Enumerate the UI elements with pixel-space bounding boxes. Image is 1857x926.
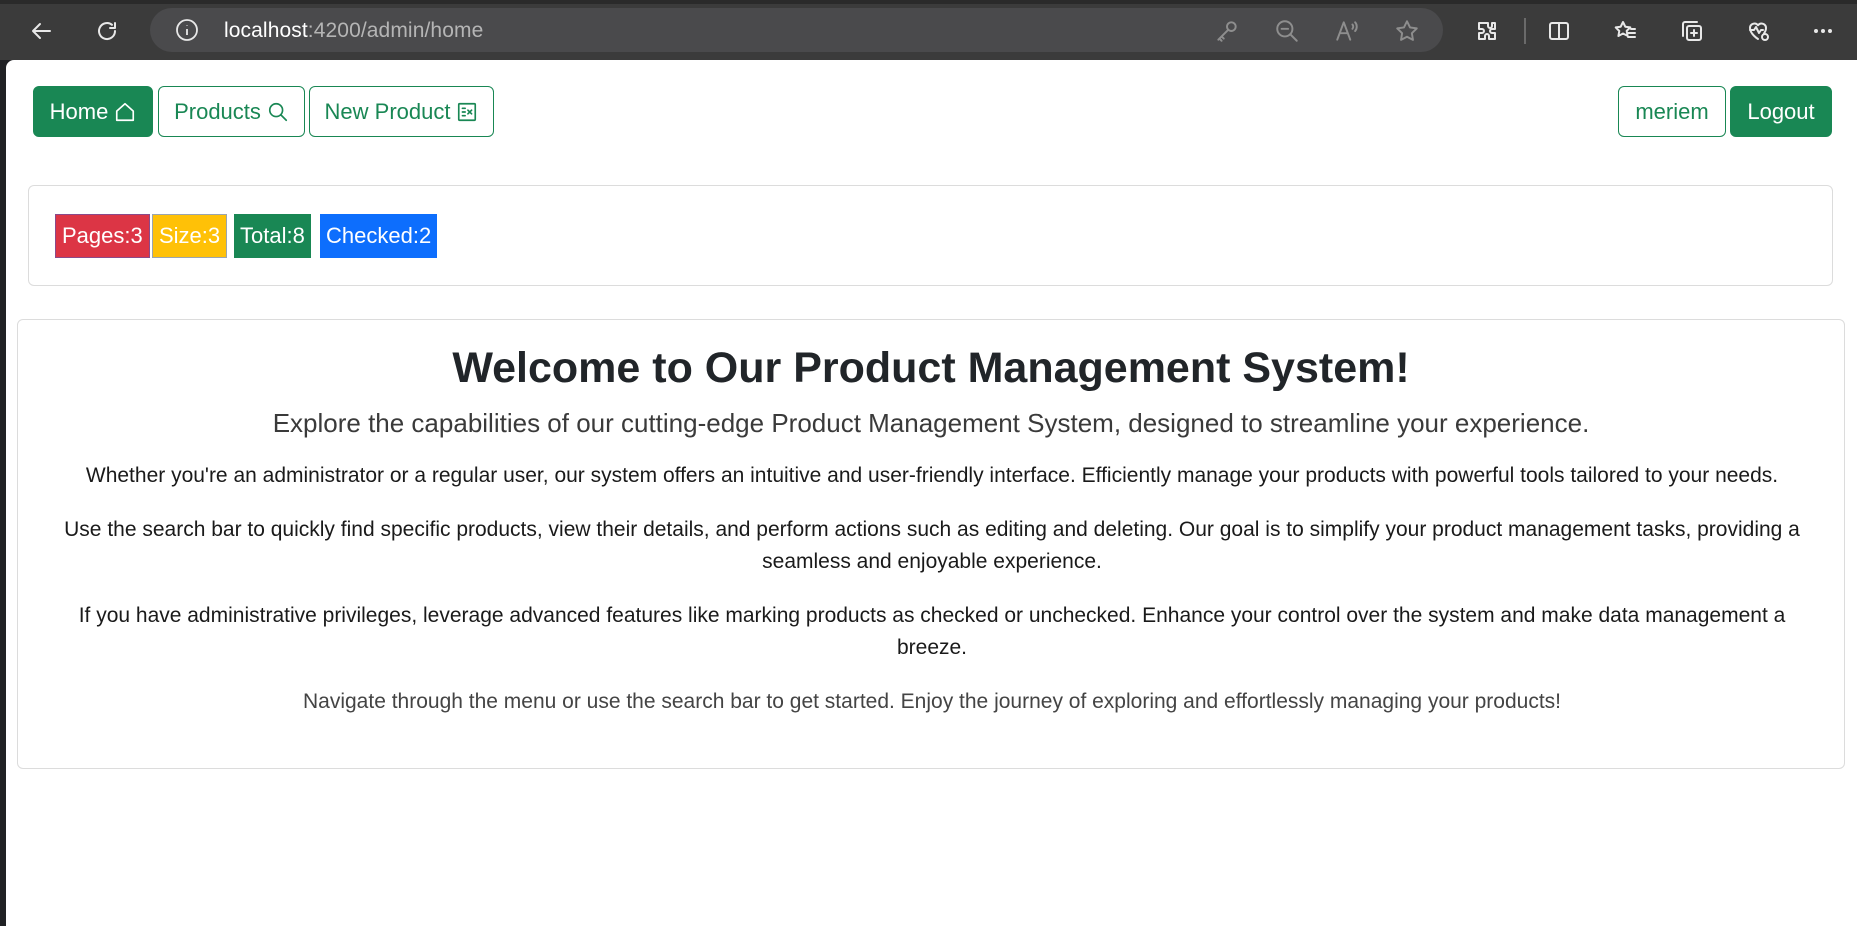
new-product-button-label: New Product — [324, 98, 451, 124]
home-button[interactable]: Home — [33, 86, 153, 137]
more-options-icon[interactable] — [1805, 13, 1841, 49]
page-title: Welcome to Our Product Management System… — [452, 344, 1410, 392]
extensions-icon[interactable] — [1469, 13, 1505, 49]
size-badge: Size:3 — [152, 214, 228, 258]
database-add-icon — [458, 102, 477, 121]
browser-toolbar: localhost:4200/admin/home — [0, 0, 1857, 60]
welcome-paragraph-4: Navigate through the menu or use the sea… — [302, 690, 1562, 713]
welcome-paragraph-2: Use the search bar to quickly find speci… — [64, 518, 1800, 573]
logout-button-label: Logout — [1747, 98, 1815, 124]
products-button-label: Products — [174, 98, 261, 124]
collections-icon[interactable] — [1674, 13, 1710, 49]
split-screen-icon[interactable] — [1541, 13, 1577, 49]
favorites-icon[interactable] — [1607, 13, 1643, 49]
home-button-label: Home — [49, 98, 109, 124]
favorite-star-icon[interactable] — [1394, 18, 1420, 44]
new-product-button[interactable]: New Product — [309, 86, 494, 137]
user-button-label: meriem — [1635, 98, 1709, 124]
pages-badge: Pages:3 — [55, 214, 150, 258]
total-badge: Total:8 — [234, 214, 311, 258]
logout-button[interactable]: Logout — [1730, 86, 1832, 137]
welcome-card: Welcome to Our Product Management System… — [17, 319, 1845, 769]
key-icon[interactable] — [1214, 18, 1240, 44]
search-icon — [268, 102, 287, 121]
home-icon — [116, 102, 135, 121]
welcome-lead: Explore the capabilities of our cutting-… — [272, 408, 1590, 438]
stats-card: Pages:3 Size:3 Total:8 Checked:2 — [28, 185, 1833, 286]
site-info-icon[interactable] — [175, 18, 199, 42]
products-button[interactable]: Products — [158, 86, 305, 137]
page-content: Home Products New Product meriem Logout … — [6, 60, 1857, 926]
user-button[interactable]: meriem — [1618, 86, 1726, 137]
welcome-paragraph-3: If you have administrative privileges, l… — [78, 604, 1786, 659]
browser-essentials-icon[interactable] — [1740, 13, 1776, 49]
refresh-icon[interactable] — [89, 13, 125, 49]
welcome-paragraph-1: Whether you're an administrator or a reg… — [85, 464, 1779, 487]
zoom-out-icon[interactable] — [1274, 18, 1300, 44]
read-aloud-icon[interactable] — [1334, 18, 1360, 44]
checked-badge: Checked:2 — [320, 214, 438, 258]
address-bar[interactable]: localhost:4200/admin/home — [150, 8, 1443, 52]
url-text[interactable]: localhost:4200/admin/home — [224, 19, 483, 43]
back-icon[interactable] — [24, 13, 60, 49]
